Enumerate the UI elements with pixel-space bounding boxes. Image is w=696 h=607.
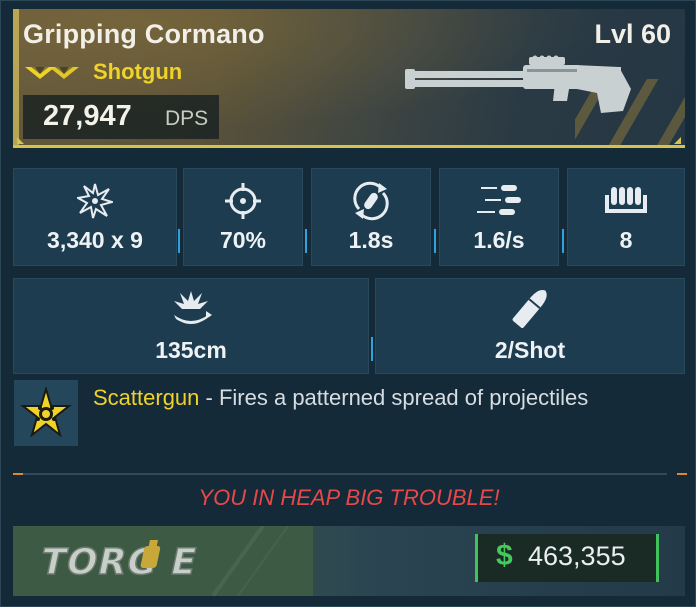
perk-icon-box (14, 380, 78, 446)
stat-accuracy: 70% (183, 168, 303, 266)
fire-rate-icon (477, 185, 521, 215)
stat-reload: 1.8s (311, 168, 431, 266)
splash-radius-icon (174, 291, 212, 324)
manufacturer-logo: TORG E (13, 526, 313, 596)
dollar-icon: $ (496, 539, 513, 572)
damage-burst-icon (77, 183, 113, 219)
item-card: Gripping Cormano Lvl 60 Shotgun 27,947 D… (0, 0, 696, 607)
stat-magazine: 8 (567, 168, 685, 266)
stat-fire-rate-value: 1.6/s (473, 227, 525, 253)
shotgun-icon (405, 55, 631, 113)
item-header: Gripping Cormano Lvl 60 Shotgun 27,947 D… (13, 9, 685, 148)
stat-ammo-cost: 2/Shot (375, 278, 685, 374)
stat-splash-radius: 135cm (13, 278, 369, 374)
rarity-row: Shotgun (25, 59, 182, 85)
perk-description: Fires a patterned spread of projectiles (218, 385, 589, 410)
flavor-text: YOU IN HEAP BIG TROUBLE! (198, 485, 500, 510)
rarity-bar (13, 9, 19, 148)
section-divider (13, 473, 667, 475)
star-badge-icon (20, 387, 72, 438)
header-divider (13, 145, 685, 148)
rarity-chevrons-icon (25, 67, 79, 79)
dps-value: 27,947 (43, 100, 132, 132)
stat-magazine-value: 8 (619, 227, 633, 253)
stat-fire-rate: 1.6/s (439, 168, 559, 266)
stat-accuracy-value: 70% (219, 227, 267, 253)
price-box: $ 463,355 (475, 534, 659, 582)
stat-damage-value: 3,340 x 9 (47, 227, 143, 253)
dps-box: 27,947 DPS (23, 95, 219, 139)
price-value: 463,355 (528, 541, 626, 571)
ammo-cost-icon (512, 289, 547, 329)
stat-splash-radius-value: 135cm (155, 337, 227, 363)
weapon-type: Shotgun (93, 59, 183, 84)
crosshair-icon (225, 183, 261, 219)
stat-reload-value: 1.8s (348, 227, 394, 253)
item-name: Gripping Cormano (23, 19, 265, 49)
magazine-icon (605, 187, 647, 213)
item-level: Lvl 60 (594, 19, 671, 49)
reload-icon (353, 181, 389, 221)
dps-unit: DPS (165, 107, 209, 130)
perk-name: Scattergun (93, 385, 200, 410)
item-footer: TORG E $ 463,355 (13, 526, 685, 596)
perk-text: Scattergun - Fires a patterned spread of… (93, 385, 589, 410)
svg-text:TORG E: TORG E (37, 540, 202, 583)
stat-damage: 3,340 x 9 (13, 168, 177, 266)
stat-ammo-cost-value: 2/Shot (494, 337, 566, 363)
